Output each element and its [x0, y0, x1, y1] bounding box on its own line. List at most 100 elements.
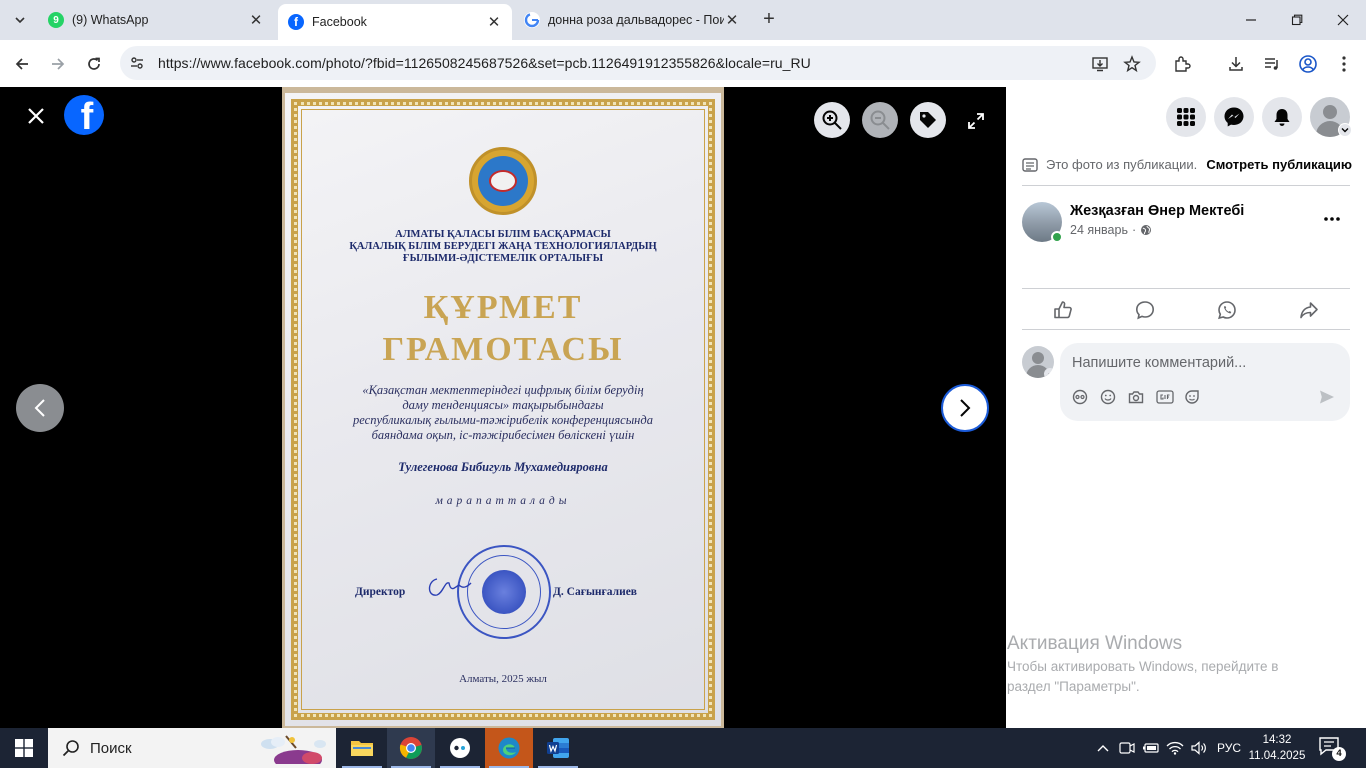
close-icon	[1337, 14, 1349, 26]
gif-button[interactable]	[1156, 388, 1184, 406]
search-label: Поиск	[90, 739, 132, 757]
comment-bubble-icon	[1135, 301, 1155, 320]
tab-whatsapp[interactable]: 9 (9) WhatsApp ✕	[38, 4, 274, 36]
volume-icon[interactable]	[1188, 728, 1210, 768]
photo-attach-button[interactable]	[1128, 388, 1156, 406]
close-tab-icon[interactable]: ✕	[724, 11, 740, 29]
tag-photo-button[interactable]	[910, 102, 946, 138]
back-button[interactable]	[8, 50, 36, 78]
input-language[interactable]: РУС	[1212, 728, 1246, 768]
media-control-icon[interactable]	[1260, 52, 1284, 76]
sticker-button[interactable]	[1184, 388, 1212, 406]
wifi-icon[interactable]	[1164, 728, 1186, 768]
battery-icon[interactable]	[1140, 728, 1162, 768]
bell-icon	[1274, 109, 1290, 126]
reload-icon	[88, 57, 100, 70]
site-settings-icon[interactable]	[128, 54, 146, 72]
comment-tools	[1072, 388, 1212, 406]
taskbar-meet-app[interactable]	[436, 728, 484, 768]
extensions-icon[interactable]	[1170, 52, 1194, 76]
close-tab-icon[interactable]: ✕	[486, 13, 502, 31]
address-bar[interactable]: https://www.facebook.com/photo/?fbid=112…	[120, 46, 1156, 80]
restore-button[interactable]	[1274, 6, 1320, 34]
close-window-button[interactable]	[1320, 6, 1366, 34]
globe-icon	[1141, 225, 1152, 235]
taskbar-chrome[interactable]	[387, 728, 435, 768]
install-app-icon[interactable]	[1090, 54, 1110, 74]
chevron-down-icon[interactable]	[1338, 123, 1352, 137]
whatsapp-icon	[1218, 301, 1236, 320]
post-note-text: Это фото из публикации.	[1046, 157, 1198, 172]
show-hidden-icons-button[interactable]	[1092, 728, 1114, 768]
date-separator: ·	[1131, 223, 1137, 237]
taskbar-word[interactable]	[534, 728, 582, 768]
tab-title: донна роза дальвадорес - Пои	[548, 13, 724, 27]
emoji-icon	[1100, 389, 1116, 405]
previous-photo-button[interactable]	[16, 384, 64, 432]
notification-center-button[interactable]: 4	[1318, 736, 1348, 761]
close-tab-icon[interactable]: ✕	[248, 11, 264, 29]
new-tab-button[interactable]: +	[758, 8, 780, 30]
zoom-in-button[interactable]	[814, 102, 850, 138]
bookmark-star-icon[interactable]	[1122, 54, 1142, 74]
profile-icon[interactable]	[1296, 52, 1320, 76]
weather-widget-icon[interactable]	[256, 732, 330, 764]
author-name[interactable]: Жезқазған Өнер Мектебі	[1070, 203, 1244, 219]
facebook-logo[interactable]: f	[64, 95, 104, 135]
tab-google-search[interactable]: донна роза дальвадорес - Пои ✕	[514, 4, 750, 36]
author-avatar[interactable]	[1022, 202, 1063, 243]
certificate-org-line: ҚАЛАЛЫҚ БІЛІМ БЕРУДЕГІ ЖАҢА ТЕХНОЛОГИЯЛА…	[349, 241, 657, 252]
more-options-icon	[1324, 217, 1340, 221]
like-button[interactable]	[1043, 296, 1083, 324]
forward-button[interactable]	[44, 50, 72, 78]
start-button[interactable]	[0, 728, 48, 768]
whatsapp-share-button[interactable]	[1207, 296, 1247, 324]
tab-title: Facebook	[312, 15, 367, 29]
taskbar-edge[interactable]	[485, 728, 533, 768]
menu-button[interactable]	[1166, 97, 1206, 137]
chevron-up-icon	[1097, 745, 1109, 752]
comment-button[interactable]	[1125, 296, 1165, 324]
send-comment-button[interactable]	[1318, 388, 1336, 406]
certificate-body-line: «Қазақстан мектептеріндегі цифрлық білім…	[362, 383, 644, 397]
comment-input[interactable]	[1072, 353, 1332, 373]
chevron-down-icon	[15, 17, 25, 24]
avatar-sticker-button[interactable]	[1072, 388, 1100, 406]
certificate-title: ҚҰРМЕТ	[423, 289, 583, 326]
emoji-button[interactable]	[1100, 388, 1128, 406]
url-text[interactable]: https://www.facebook.com/photo/?fbid=112…	[158, 55, 811, 71]
chevron-left-icon	[34, 399, 45, 417]
post-note-row: Это фото из публикации. Смотреть публика…	[1022, 157, 1352, 172]
minimize-button[interactable]	[1228, 6, 1274, 34]
certificate-body-line: баяндама оқып, іс-тәжірибесімен бөліскен…	[371, 428, 635, 442]
edge-icon	[498, 737, 520, 759]
downloads-icon[interactable]	[1224, 52, 1248, 76]
zoom-out-button[interactable]	[862, 102, 898, 138]
tab-search-button[interactable]	[8, 8, 32, 32]
post-details-panel: Это фото из публикации. Смотреть публика…	[1006, 87, 1366, 728]
messenger-button[interactable]	[1214, 97, 1254, 137]
tab-facebook[interactable]: f Facebook ✕	[278, 4, 512, 40]
thumbs-up-icon	[1054, 301, 1072, 319]
taskbar-search[interactable]: Поиск	[48, 728, 336, 768]
post-options-button[interactable]	[1322, 209, 1342, 229]
browser-menu-icon[interactable]	[1332, 52, 1356, 76]
commenter-avatar[interactable]: ⌄	[1022, 346, 1054, 378]
taskbar-file-explorer[interactable]	[338, 728, 386, 768]
tray-meet-icon[interactable]	[1116, 728, 1138, 768]
certificate-org-line: ҒЫЛЫМИ-ӘДІСТЕМЕЛІК ОРТАЛЫҒЫ	[402, 253, 604, 264]
notifications-button[interactable]	[1262, 97, 1302, 137]
share-button[interactable]	[1289, 296, 1329, 324]
post-icon	[1022, 157, 1038, 172]
reload-button[interactable]	[80, 50, 108, 78]
chevron-right-icon	[960, 399, 971, 417]
search-icon	[62, 740, 79, 757]
view-post-link[interactable]: Смотреть публикацию	[1206, 157, 1352, 172]
post-date[interactable]: 24 январь	[1070, 223, 1128, 237]
next-photo-button[interactable]	[941, 384, 989, 432]
tag-icon	[920, 112, 936, 128]
fullscreen-button[interactable]	[962, 107, 990, 135]
watermark-title: Активация Windows	[1007, 633, 1183, 654]
taskbar-clock[interactable]: 14:32 11.04.2025	[1245, 732, 1309, 764]
close-viewer-button[interactable]	[22, 102, 50, 130]
